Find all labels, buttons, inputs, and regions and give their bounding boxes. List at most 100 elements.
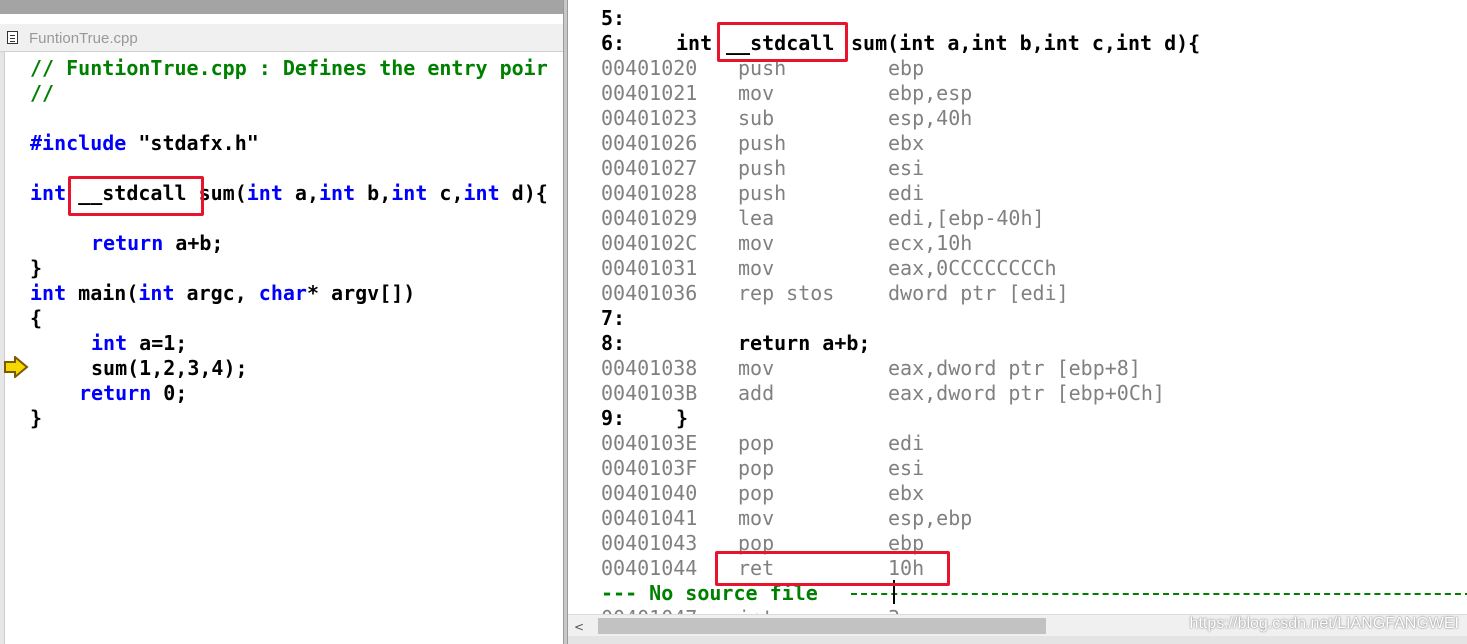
- instruction-address: 00401020: [601, 56, 698, 80]
- instruction-operands: edi: [888, 431, 925, 455]
- source-statement: }: [676, 406, 689, 430]
- stdcall-highlight-box: [717, 22, 848, 62]
- statement: a=1;: [127, 331, 188, 355]
- scroll-left-arrow-icon[interactable]: <: [574, 620, 584, 634]
- window-top-bar: [0, 0, 563, 14]
- param: b,: [355, 181, 392, 205]
- keyword: int: [463, 181, 500, 205]
- instruction-mnemonic: push: [738, 131, 787, 155]
- param: c,: [427, 181, 464, 205]
- keyword: return: [91, 231, 164, 255]
- keyword: int: [30, 181, 67, 205]
- instruction-address: 00401041: [601, 506, 698, 530]
- include-file: "stdafx.h": [126, 131, 259, 155]
- editor-tab-title: FuntionTrue.cpp: [29, 30, 138, 47]
- code-line: int a=1;: [91, 331, 187, 356]
- line-number: 6:: [601, 31, 626, 55]
- current-instruction-arrow-icon: [4, 356, 29, 378]
- code-line: }: [30, 256, 43, 280]
- preprocessor-directive: #include: [30, 131, 127, 155]
- instruction-address: 00401038: [601, 356, 698, 380]
- separator-dash: [851, 593, 1467, 595]
- instruction-mnemonic: push: [738, 156, 787, 180]
- instruction-mnemonic: mov: [738, 256, 775, 280]
- line-number: 8:: [601, 331, 626, 355]
- instruction-mnemonic: rep stos: [738, 281, 835, 305]
- instruction-address: 00401023: [601, 106, 698, 130]
- keyword: int: [91, 331, 128, 355]
- code-line: return a+b;: [91, 231, 223, 256]
- ret-10h-highlight-box: [715, 551, 950, 586]
- instruction-operands: esi: [888, 156, 925, 180]
- instruction-mnemonic: sub: [738, 106, 775, 130]
- instruction-mnemonic: mov: [738, 231, 775, 255]
- instruction-mnemonic: mov: [738, 356, 775, 380]
- instruction-operands: esp,ebp: [888, 506, 973, 530]
- param: * argv[]): [306, 281, 416, 305]
- instruction-operands: esi: [888, 456, 925, 480]
- instruction-address: 0040103F: [601, 456, 698, 480]
- keyword: int: [391, 181, 428, 205]
- instruction-address: 00401028: [601, 181, 698, 205]
- instruction-address: 00401029: [601, 206, 698, 230]
- keyword: char: [258, 281, 307, 305]
- instruction-address: 00401026: [601, 131, 698, 155]
- instruction-address: 00401031: [601, 256, 698, 280]
- instruction-address: 00401021: [601, 81, 698, 105]
- status-strip: [568, 636, 1467, 644]
- instruction-address: 00401044: [601, 556, 698, 580]
- code-line: {: [30, 306, 43, 330]
- instruction-mnemonic: pop: [738, 456, 775, 480]
- statement: 0;: [151, 381, 188, 405]
- instruction-mnemonic: pop: [738, 481, 775, 505]
- scrollbar-thumb[interactable]: [598, 618, 1046, 634]
- source-line-number: 7:: [601, 306, 626, 330]
- instruction-mnemonic: lea: [738, 206, 775, 230]
- instruction-operands: esp,40h: [888, 106, 973, 130]
- code-line: #include "stdafx.h": [30, 131, 259, 156]
- instruction-mnemonic: mov: [738, 81, 775, 105]
- instruction-operands: eax,dword ptr [ebp+0Ch]: [888, 381, 1165, 405]
- instruction-operands: ebx: [888, 131, 925, 155]
- instruction-mnemonic: push: [738, 181, 787, 205]
- instruction-mnemonic: add: [738, 381, 775, 405]
- stdcall-highlight-box: [68, 176, 204, 216]
- instruction-mnemonic: mov: [738, 506, 775, 530]
- disassembly-pane[interactable]: 5: 6: int __stdcall sum(int a,int b,int c,i…: [568, 0, 1467, 644]
- instruction-address: 0040103E: [601, 431, 698, 455]
- instruction-operands: edi: [888, 181, 925, 205]
- instruction-operands: eax,0CCCCCCCCh: [888, 256, 1057, 280]
- code-line: // FuntionTrue.cpp : Defines the entry p…: [30, 56, 548, 80]
- code-line: }: [30, 406, 43, 430]
- instruction-operands: ecx,10h: [888, 231, 973, 255]
- keyword: int: [676, 31, 713, 55]
- instruction-address: 00401036: [601, 281, 698, 305]
- keyword: int: [246, 181, 283, 205]
- instruction-address: 0040103B: [601, 381, 698, 405]
- instruction-address: 00401040: [601, 481, 698, 505]
- expression: a+b;: [163, 231, 224, 255]
- code-line: return 0;: [79, 381, 187, 406]
- instruction-operands: dword ptr [edi]: [888, 281, 1069, 305]
- breakpoint-gutter[interactable]: [0, 52, 5, 644]
- function-name: main(: [66, 281, 139, 305]
- current-code-line: sum(1,2,3,4);: [91, 356, 248, 380]
- instruction-address: 00401027: [601, 156, 698, 180]
- instruction-operands: ebx: [888, 481, 925, 505]
- instruction-mnemonic: pop: [738, 431, 775, 455]
- editor-tab[interactable]: FuntionTrue.cpp: [0, 24, 563, 52]
- param: d){: [499, 181, 548, 205]
- keyword: int: [138, 281, 175, 305]
- param: argc,: [174, 281, 259, 305]
- code-line: //: [30, 81, 55, 105]
- source-editor-pane[interactable]: FuntionTrue.cpp // FuntionTrue.cpp : Def…: [0, 0, 563, 644]
- function-signature: sum(int a,int b,int c,int d){: [851, 31, 1201, 55]
- main-signature-line: int main(int argc, char* argv[]): [30, 281, 415, 306]
- instruction-operands: eax,dword ptr [ebp+8]: [888, 356, 1141, 380]
- file-icon: [7, 31, 18, 44]
- instruction-operands: edi,[ebp-40h]: [888, 206, 1045, 230]
- instruction-operands: ebp,esp: [888, 81, 973, 105]
- instruction-address: 00401043: [601, 531, 698, 555]
- instruction-address: 0040102C: [601, 231, 698, 255]
- keyword: int: [319, 181, 356, 205]
